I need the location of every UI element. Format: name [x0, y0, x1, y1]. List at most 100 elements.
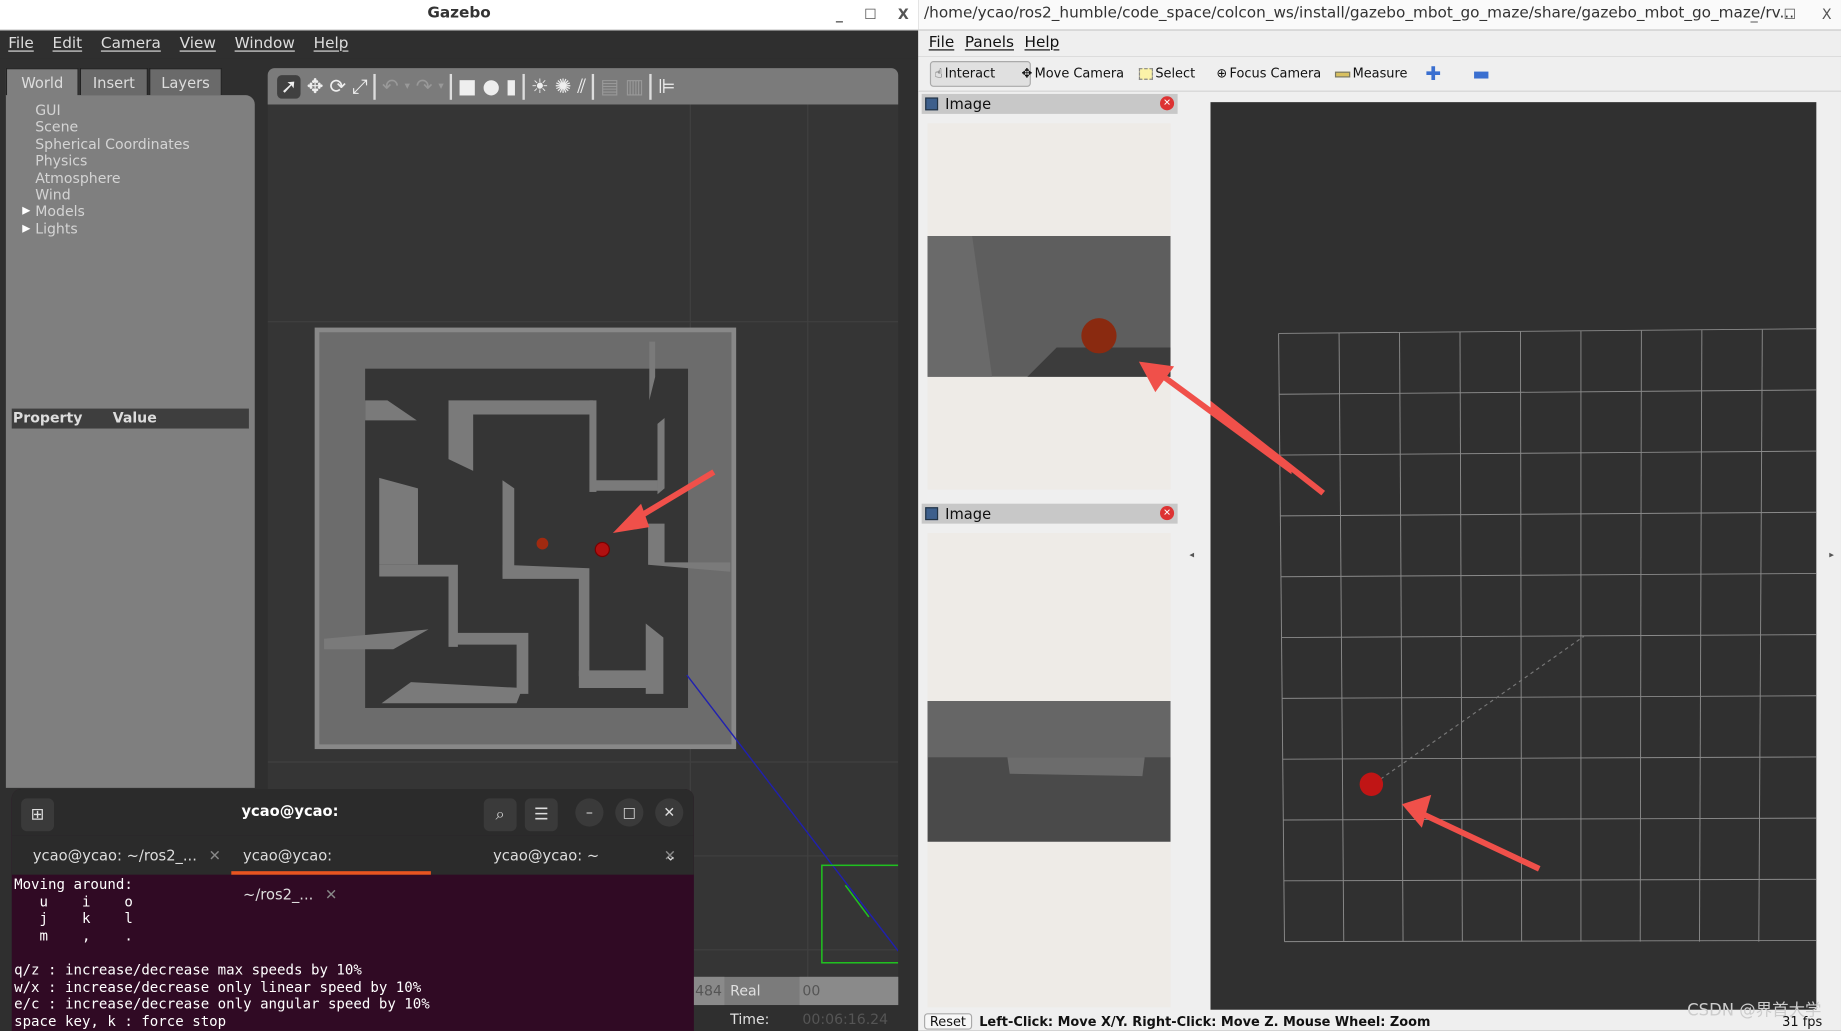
menu-edit[interactable]: Edit: [53, 31, 83, 59]
focus-camera-tool[interactable]: ⊕ Focus Camera: [1216, 61, 1321, 87]
tab-insert[interactable]: Insert: [79, 68, 148, 96]
close-icon[interactable]: ✕: [655, 798, 684, 827]
search-icon[interactable]: ⌕: [483, 798, 517, 832]
grid-line: [1639, 330, 1642, 942]
menu-window[interactable]: Window: [235, 31, 295, 59]
tabs-dropdown-icon[interactable]: ⌄: [665, 836, 677, 875]
rotate-icon[interactable]: ⟳: [329, 75, 346, 98]
menu-file[interactable]: File: [929, 31, 955, 57]
rviz-titlebar: /home/ycao/ros2_humble/code_space/colcon…: [918, 0, 1841, 31]
collapse-right-icon[interactable]: ▸: [1829, 549, 1834, 560]
status-value: 484: [692, 976, 725, 1006]
terminal-tab-active[interactable]: ycao@ycao: ~/ros2_... ✕: [231, 836, 431, 903]
rviz-3d-view[interactable]: [1210, 102, 1817, 1010]
undo-icon[interactable]: ↶: [382, 75, 399, 98]
image-icon: [925, 97, 939, 111]
terminal-tab[interactable]: ycao@ycao: ~ ✕: [493, 836, 676, 875]
close-panel-icon[interactable]: ✕: [1160, 506, 1175, 521]
terminal-tab[interactable]: ycao@ycao: ~/ros2_... ✕: [33, 836, 221, 875]
move-camera-tool[interactable]: ✥ Move Camera: [1021, 61, 1124, 87]
redo-dropdown-icon[interactable]: ▾: [438, 80, 443, 92]
directional-light-icon[interactable]: ⫽: [577, 75, 586, 98]
rviz-status-bar: Reset Left-Click: Move X/Y. Right-Click:…: [918, 1012, 1841, 1031]
annotation-arrow: [1138, 361, 1292, 475]
tree-item-spherical-coordinates[interactable]: Spherical Coordinates: [35, 136, 190, 153]
window-title: /home/ycao/ros2_humble/code_space/colcon…: [924, 4, 1795, 23]
translate-icon[interactable]: ✥: [307, 75, 324, 98]
divider: [373, 73, 377, 100]
image-icon: [925, 507, 939, 521]
grid-line: [1284, 939, 1817, 943]
terminal-headerbar: ⊞ ycao@ycao: ~/ros2_humble/code_space/co…: [11, 788, 694, 864]
tree-item-lights[interactable]: ▶ Lights: [22, 221, 190, 238]
gazebo-toolbar: ➚ ✥ ⟳ ⤢ ↶ ▾ ↷ ▾ ■ ● ▮ ☀ ✺ ⫽ ▤ ▥ ⊫: [267, 68, 899, 105]
minimize-button[interactable]: _: [1751, 0, 1758, 28]
close-button[interactable]: X: [1822, 0, 1832, 28]
terminal-output[interactable]: Moving around: u i o j k l m , . q/z : i…: [14, 876, 430, 1030]
tree-item-scene[interactable]: Scene: [35, 119, 190, 136]
maximize-button[interactable]: ☐: [864, 0, 877, 28]
ruler-icon: [1334, 71, 1351, 77]
menu-help[interactable]: Help: [314, 31, 349, 59]
select-tool[interactable]: Select: [1138, 61, 1195, 87]
point-light-icon[interactable]: ☀: [531, 75, 549, 98]
remove-tool-icon[interactable]: ▬: [1472, 61, 1490, 87]
cylinder-icon[interactable]: ▮: [506, 75, 517, 98]
scale-icon[interactable]: ⤢: [352, 75, 368, 98]
menu-view[interactable]: View: [180, 31, 216, 59]
reset-button[interactable]: Reset: [924, 1013, 972, 1030]
property-column: Property: [12, 409, 83, 427]
tree-item-gui[interactable]: GUI: [35, 102, 190, 119]
collapse-left-icon[interactable]: ◂: [1189, 549, 1194, 560]
undo-dropdown-icon[interactable]: ▾: [405, 80, 410, 92]
menu-file[interactable]: File: [8, 31, 34, 59]
world-panel: GUI Scene Spherical Coordinates Physics Atmo…: [5, 95, 255, 788]
expand-arrow-icon[interactable]: ▶: [22, 204, 30, 221]
robot-marker: [594, 541, 610, 558]
grid-line: [1699, 330, 1703, 942]
tree-item-label: GUI: [35, 102, 61, 119]
menu-icon[interactable]: ☰: [524, 798, 558, 832]
tree-item-atmosphere[interactable]: Atmosphere: [35, 170, 190, 187]
sphere-icon[interactable]: ●: [483, 75, 500, 98]
close-tab-icon[interactable]: ✕: [209, 847, 221, 865]
maximize-icon[interactable]: □: [615, 798, 644, 827]
tab-world[interactable]: World: [5, 68, 79, 97]
expand-arrow-icon[interactable]: ▶: [22, 221, 30, 238]
laser-line: [1374, 635, 1585, 784]
menu-panels[interactable]: Panels: [965, 31, 1014, 57]
robot-marker: [1359, 772, 1384, 797]
tree-item-models[interactable]: ▶ Models: [22, 203, 190, 221]
menu-help[interactable]: Help: [1025, 31, 1060, 57]
close-panel-icon[interactable]: ✕: [1160, 96, 1175, 111]
minimize-button[interactable]: _: [836, 0, 843, 28]
align-icon[interactable]: ⊫: [658, 75, 675, 98]
close-button[interactable]: X: [898, 0, 909, 28]
grid-line: [1279, 450, 1817, 456]
tree-item-label: Physics: [35, 152, 88, 170]
tree-item-label: Models: [35, 203, 85, 221]
menu-camera[interactable]: Camera: [101, 31, 161, 59]
add-tool-icon[interactable]: ✚: [1425, 61, 1441, 87]
tree-item-wind[interactable]: Wind: [35, 187, 190, 204]
interact-tool[interactable]: ☝ Interact: [929, 61, 1031, 87]
maximize-button[interactable]: ☐: [1783, 0, 1796, 28]
grid-line: [1280, 511, 1817, 517]
red-ball: [536, 537, 549, 550]
minimize-icon[interactable]: –: [575, 798, 604, 827]
tree-item-physics[interactable]: Physics: [35, 153, 190, 170]
redo-icon[interactable]: ↷: [416, 75, 433, 98]
divider: [449, 73, 452, 100]
gazebo-status-bar: 484 Real Time: 00 00:06:16.24: [692, 976, 899, 1027]
box-icon[interactable]: ■: [458, 75, 477, 98]
image-panel-header: Image ✕: [921, 503, 1178, 524]
paste-icon[interactable]: ▥: [625, 75, 644, 98]
spot-light-icon[interactable]: ✺: [555, 75, 572, 98]
copy-icon[interactable]: ▤: [600, 75, 619, 98]
image-panel: [927, 533, 1171, 1008]
new-tab-icon[interactable]: ⊞: [21, 798, 55, 832]
measure-tool[interactable]: Measure: [1334, 61, 1407, 87]
focus-icon: ⊕: [1216, 65, 1228, 82]
select-mode-icon[interactable]: ➚: [277, 74, 301, 99]
tab-layers[interactable]: Layers: [149, 68, 222, 96]
